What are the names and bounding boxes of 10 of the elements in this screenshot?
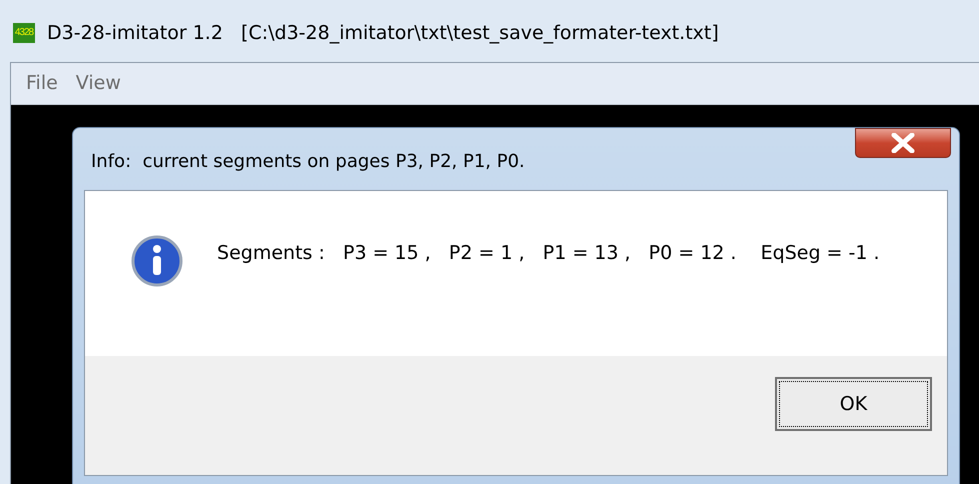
close-button[interactable] xyxy=(855,128,951,158)
info-icon xyxy=(131,235,183,287)
menu-item[interactable]: File xyxy=(23,69,61,98)
dialog-title: Info: current segments on pages P3, P2, P1, P0. xyxy=(91,150,525,174)
menu-item[interactable]: View xyxy=(72,69,124,98)
window-title: D3-28-imitator 1.2 [C:\d3-28_imitator\txt\test_save_formater-text.txt] xyxy=(47,20,719,46)
app-icon: 4328 xyxy=(13,23,35,43)
close-icon xyxy=(890,133,916,153)
message-text: Segments : P3 = 15 , P2 = 1 , P1 = 13 , P0 = 12 . EqSeg = -1 . xyxy=(216,241,881,266)
ok-button[interactable]: OK xyxy=(775,377,932,431)
